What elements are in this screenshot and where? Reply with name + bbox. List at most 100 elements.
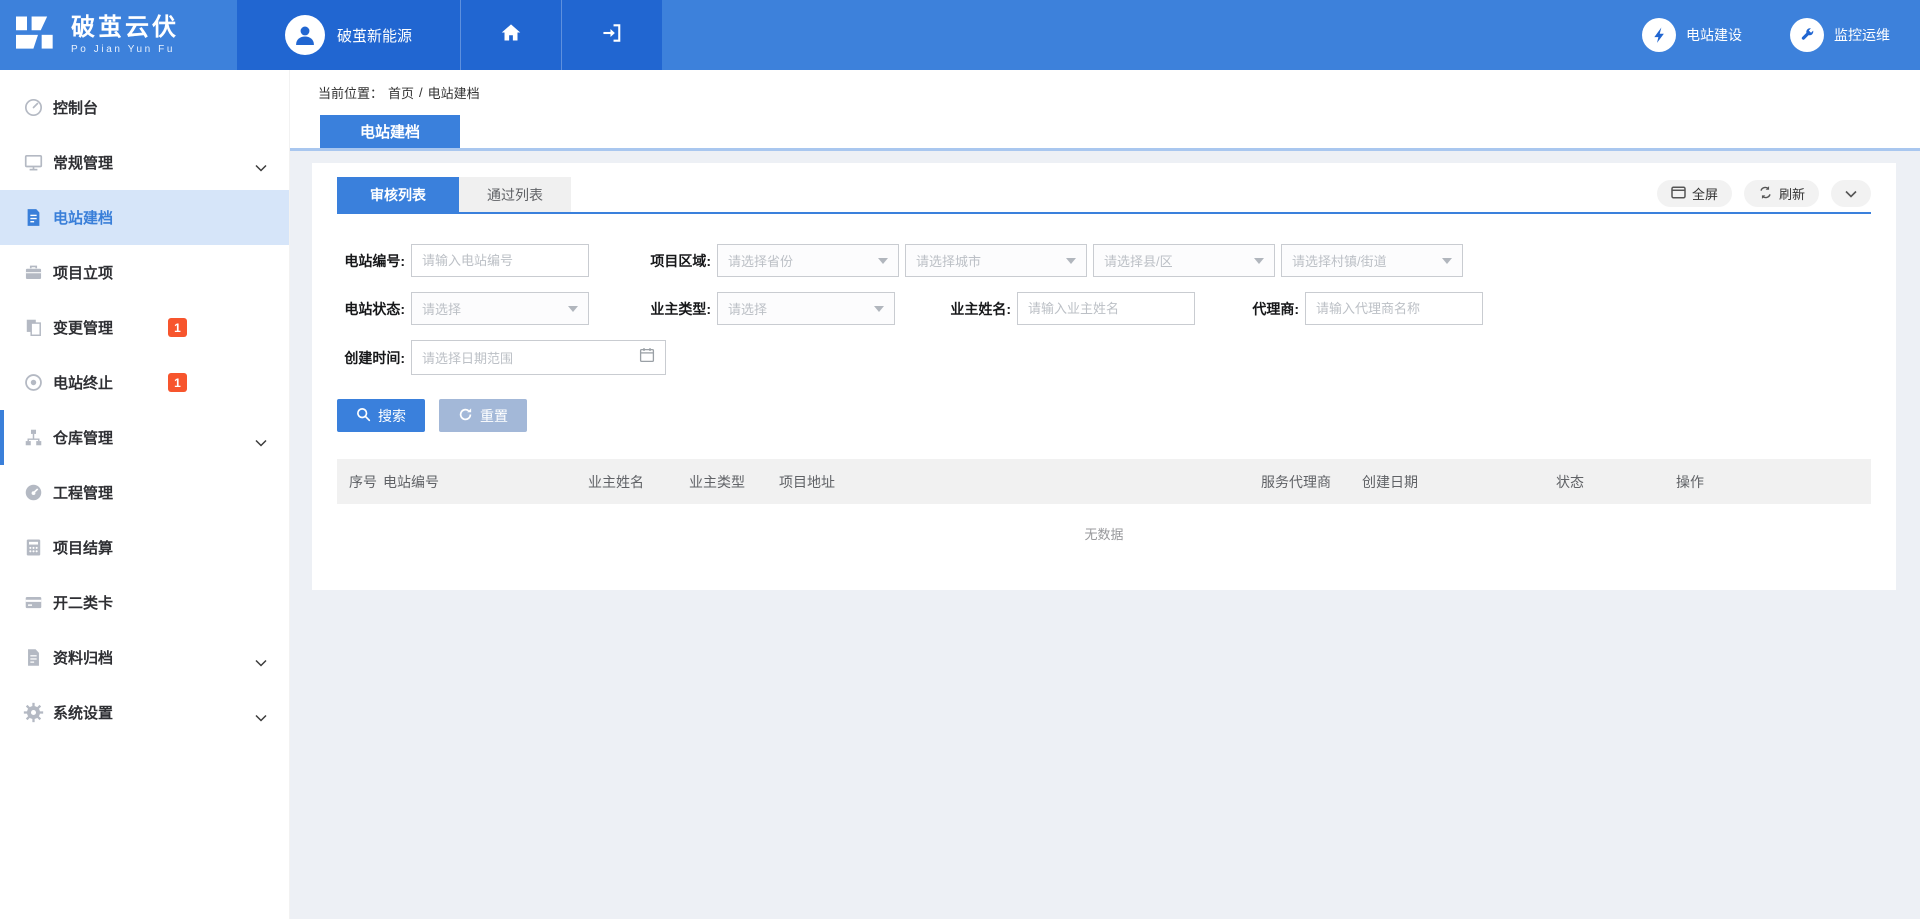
- sidebar-item-dashboard[interactable]: 控制台: [0, 80, 289, 135]
- chevron-down-icon: [1845, 186, 1857, 201]
- user-menu[interactable]: 破茧新能源: [237, 0, 460, 70]
- nav-station-build[interactable]: 电站建设: [1642, 18, 1742, 52]
- notification-badge: 1: [168, 318, 187, 337]
- sitemap-icon: [22, 427, 44, 449]
- monitor-icon: [22, 152, 44, 174]
- reset-label: 重置: [480, 406, 508, 426]
- col-project-address: 项目地址: [779, 459, 1261, 504]
- document-icon: [22, 207, 44, 229]
- sidebar-item-warehouse-mgmt[interactable]: 仓库管理: [0, 410, 289, 465]
- city-select[interactable]: 请选择城市: [905, 244, 1087, 277]
- refresh-icon: [1758, 185, 1773, 203]
- caret-down-icon: [1254, 258, 1264, 264]
- brand-logo-icon: [16, 16, 60, 55]
- sidebar-item-label: 变更管理: [53, 317, 113, 338]
- active-route-indicator: [0, 410, 4, 465]
- main-content: 当前位置： 首页 / 电站建档 电站建档 审核列表 通过列表 全屏: [290, 70, 1920, 919]
- table-header-row: 序号 电站编号 业主姓名 业主类型 项目地址 服务代理商 创建日期 状态 操作: [337, 459, 1871, 504]
- station-no-input[interactable]: [411, 244, 589, 277]
- breadcrumb: 当前位置： 首页 / 电站建档: [290, 70, 1920, 115]
- home-button[interactable]: [460, 0, 561, 70]
- header-nav: 电站建设 监控运维: [662, 0, 1920, 70]
- col-created-date: 创建日期: [1362, 459, 1556, 504]
- col-service-agent: 服务代理商: [1261, 459, 1362, 504]
- tab-passed-list[interactable]: 通过列表: [459, 177, 571, 212]
- province-select-value: 请选择省份: [728, 251, 793, 270]
- caret-down-icon: [874, 306, 884, 312]
- created-time-label: 创建时间:: [337, 348, 405, 368]
- fullscreen-icon: [1671, 186, 1686, 202]
- sidebar-item-data-archive[interactable]: 资料归档: [0, 630, 289, 685]
- nav-monitor-ops-label: 监控运维: [1834, 25, 1890, 45]
- brand-logo: 破茧云伏 Po Jian Yun Fu: [0, 0, 237, 70]
- sidebar-item-general-mgmt[interactable]: 常规管理: [0, 135, 289, 190]
- station-status-select[interactable]: 请选择: [411, 292, 589, 325]
- chevron-down-icon: [255, 654, 267, 672]
- search-button[interactable]: 搜索: [337, 399, 425, 432]
- results-table: 序号 电站编号 业主姓名 业主类型 项目地址 服务代理商 创建日期 状态 操作 …: [337, 459, 1871, 562]
- province-select[interactable]: 请选择省份: [717, 244, 899, 277]
- owner-name-input[interactable]: [1017, 292, 1195, 325]
- agent-input[interactable]: [1305, 292, 1483, 325]
- reset-button[interactable]: 重置: [439, 399, 527, 432]
- sidebar-item-label: 资料归档: [53, 647, 113, 668]
- nav-monitor-ops[interactable]: 监控运维: [1790, 18, 1890, 52]
- sidebar-item-open-card[interactable]: 开二类卡: [0, 575, 289, 630]
- col-owner-type: 业主类型: [689, 459, 779, 504]
- sidebar-item-label: 系统设置: [53, 702, 113, 723]
- calculator-icon: [22, 537, 44, 559]
- wrench-icon: [1790, 18, 1824, 52]
- sidebar-item-project-settlement[interactable]: 项目结算: [0, 520, 289, 575]
- refresh-button[interactable]: 刷新: [1744, 180, 1819, 207]
- filter-row-2: 电站状态: 请选择 业主类型: 请选择 业主姓名: 代理商:: [337, 292, 1871, 325]
- logout-button[interactable]: [561, 0, 662, 70]
- town-select-value: 请选择村镇/街道: [1292, 251, 1387, 270]
- pages-icon: [22, 317, 44, 339]
- sidebar-item-system-settings[interactable]: 系统设置: [0, 685, 289, 740]
- caret-down-icon: [568, 306, 578, 312]
- sidebar-item-change-mgmt[interactable]: 变更管理 1: [0, 300, 289, 355]
- col-station-no: 电站编号: [383, 459, 588, 504]
- filter-row-1: 电站编号: 项目区域: 请选择省份 请选择城市 请选择县/区: [337, 244, 1871, 277]
- owner-type-label: 业主类型:: [643, 299, 711, 319]
- sidebar-item-label: 电站建档: [53, 207, 113, 228]
- breadcrumb-home-link[interactable]: 首页: [388, 83, 414, 102]
- station-no-label: 电站编号:: [337, 251, 405, 271]
- station-status-label: 电站状态:: [337, 299, 405, 319]
- tab-review-list[interactable]: 审核列表: [337, 177, 459, 212]
- fullscreen-label: 全屏: [1692, 184, 1718, 203]
- empty-state: 无数据: [337, 504, 1871, 562]
- app-header: 破茧云伏 Po Jian Yun Fu 破茧新能源: [0, 0, 1920, 70]
- sidebar-item-station-termination[interactable]: 电站终止 1: [0, 355, 289, 410]
- search-icon: [356, 407, 371, 425]
- owner-type-select[interactable]: 请选择: [717, 292, 895, 325]
- page-tab-station-archive[interactable]: 电站建档: [320, 115, 460, 148]
- notification-badge: 1: [168, 373, 187, 392]
- home-icon: [500, 22, 522, 49]
- fullscreen-button[interactable]: 全屏: [1657, 180, 1732, 207]
- owner-type-value: 请选择: [728, 299, 767, 318]
- sidebar-item-engineering-mgmt[interactable]: 工程管理: [0, 465, 289, 520]
- caret-down-icon: [878, 258, 888, 264]
- search-label: 搜索: [378, 406, 406, 426]
- calendar-icon: [639, 347, 655, 368]
- avatar[interactable]: [285, 15, 325, 55]
- filter-buttons: 搜索 重置: [337, 399, 1871, 432]
- collapse-button[interactable]: [1831, 180, 1871, 207]
- town-select[interactable]: 请选择村镇/街道: [1281, 244, 1463, 277]
- county-select[interactable]: 请选择县/区: [1093, 244, 1275, 277]
- chevron-down-icon: [255, 159, 267, 177]
- company-name: 破茧新能源: [337, 25, 412, 46]
- filter-form: 电站编号: 项目区域: 请选择省份 请选择城市 请选择县/区: [337, 244, 1871, 375]
- sidebar-item-project-initiation[interactable]: 项目立项: [0, 245, 289, 300]
- owner-name-label: 业主姓名:: [943, 299, 1011, 319]
- sidebar-item-label: 常规管理: [53, 152, 113, 173]
- col-status: 状态: [1556, 459, 1676, 504]
- date-range-picker[interactable]: 请选择日期范围: [411, 340, 666, 375]
- gear-icon: [22, 702, 44, 724]
- sign-in-arrow-icon: [601, 22, 623, 49]
- content-panel: 审核列表 通过列表 全屏 刷新: [312, 163, 1896, 590]
- col-index: 序号: [337, 459, 383, 504]
- sidebar-item-station-archive[interactable]: 电站建档: [0, 190, 289, 245]
- chevron-down-icon: [255, 709, 267, 727]
